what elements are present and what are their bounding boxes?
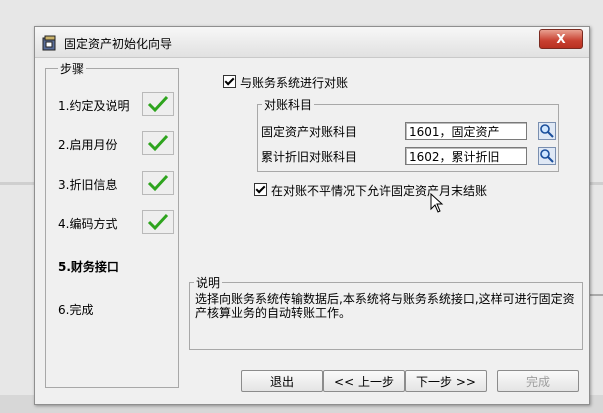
asset-account-label: 固定资产对账科目 <box>261 125 358 139</box>
step-label-current: 5.财务接口 <box>58 260 119 274</box>
asset-account-field[interactable]: 1601，固定资产 <box>405 122 527 140</box>
steps-title: 步骤 <box>58 60 87 77</box>
wizard-window: 固定资产初始化向导 X 步骤 1.约定及说明 2.启用月份 3.折旧信息 4.编… <box>34 26 590 405</box>
asset-account-search-icon[interactable] <box>538 122 556 140</box>
app-icon <box>42 35 58 51</box>
depr-account-search-icon[interactable] <box>538 147 556 165</box>
depr-account-label: 累计折旧对账科目 <box>261 150 358 164</box>
step-label: 3.折旧信息 <box>58 178 118 192</box>
prev-button[interactable]: << 上一步 <box>323 370 405 392</box>
step-depreciation: 3.折旧信息 <box>58 176 117 193</box>
account-group-title: 对账科目 <box>262 96 315 113</box>
step-done-check-icon <box>142 171 174 195</box>
depr-account-field[interactable]: 1602，累计折旧 <box>405 147 527 165</box>
step-agreement: 1.约定及说明 <box>58 97 129 114</box>
allow-close-checkbox[interactable] <box>254 183 267 196</box>
next-button[interactable]: 下一步 >> <box>405 370 487 392</box>
mouse-pointer-icon <box>430 192 444 216</box>
description-group: 说明 选择向账务系统传输数据后,本系统将与账务系统接口,这样可进行固定资产核算业… <box>189 274 583 350</box>
window-title: 固定资产初始化向导 <box>64 37 173 51</box>
step-start-month: 2.启用月份 <box>58 136 117 153</box>
step-finish: 6.完成 <box>58 301 93 318</box>
description-text: 选择向账务系统传输数据后,本系统将与账务系统接口,这样可进行固定资产核算业务的自… <box>195 292 575 320</box>
step-finance-interface: 5.财务接口 <box>58 258 119 275</box>
title-bar[interactable]: 固定资产初始化向导 X <box>35 27 589 58</box>
reconcile-label: 与账务系统进行对账 <box>240 76 349 90</box>
step-coding: 4.编码方式 <box>58 215 117 232</box>
exit-button[interactable]: 退出 <box>241 370 323 392</box>
close-button[interactable]: X <box>539 29 583 49</box>
step-done-check-icon <box>142 131 174 155</box>
allow-close-label: 在对账不平情况下允许固定资产月末结账 <box>271 184 488 198</box>
step-label: 6.完成 <box>58 303 94 317</box>
step-label: 1.约定及说明 <box>58 99 130 113</box>
step-label: 4.编码方式 <box>58 217 118 231</box>
step-done-check-icon <box>142 92 174 116</box>
finish-button[interactable]: 完成 <box>497 370 579 392</box>
step-done-check-icon <box>142 210 174 234</box>
description-title: 说明 <box>194 274 223 291</box>
reconcile-checkbox[interactable] <box>223 75 236 88</box>
steps-panel: 步骤 1.约定及说明 2.启用月份 3.折旧信息 4.编码方式 5.财务接口 6… <box>45 60 179 388</box>
step-label: 2.启用月份 <box>58 138 118 152</box>
